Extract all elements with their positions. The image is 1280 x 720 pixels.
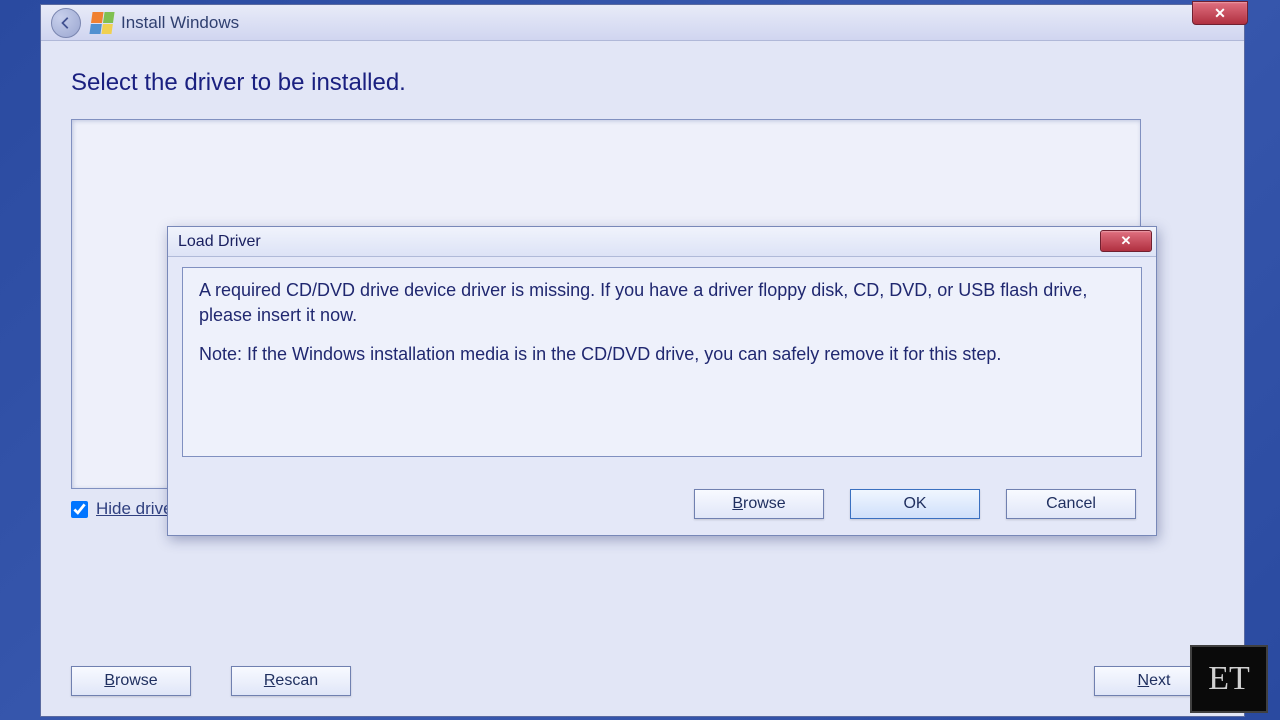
hide-drivers-checkbox[interactable]	[71, 501, 88, 518]
page-heading: Select the driver to be installed.	[71, 69, 1214, 97]
dialog-title: Load Driver	[178, 233, 261, 251]
page-button-row: Browse Rescan Next	[71, 666, 1214, 696]
dialog-browse-button[interactable]: Browse	[694, 489, 824, 519]
page-browse-button[interactable]: Browse	[71, 666, 191, 696]
close-icon: ✕	[1214, 5, 1226, 22]
dialog-ok-button[interactable]: OK	[850, 489, 980, 519]
windows-logo-icon	[89, 12, 114, 34]
back-button[interactable]	[51, 8, 81, 38]
dialog-body: A required CD/DVD drive device driver is…	[168, 257, 1156, 535]
window-title: Install Windows	[121, 13, 239, 33]
dialog-cancel-button[interactable]: Cancel	[1006, 489, 1136, 519]
dialog-button-row: Browse OK Cancel	[694, 489, 1136, 519]
page-rescan-button[interactable]: Rescan	[231, 666, 351, 696]
dialog-close-button[interactable]: ✕	[1100, 230, 1152, 252]
load-driver-dialog: Load Driver ✕ A required CD/DVD drive de…	[167, 226, 1157, 536]
dialog-message-2: Note: If the Windows installation media …	[199, 342, 1125, 367]
dialog-titlebar: Load Driver ✕	[168, 227, 1156, 257]
close-icon: ✕	[1121, 233, 1132, 249]
watermark-logo: ET	[1190, 645, 1268, 713]
arrow-left-icon	[59, 16, 73, 30]
dialog-message-1: A required CD/DVD drive device driver is…	[199, 278, 1125, 328]
titlebar: Install Windows ✕	[41, 5, 1244, 41]
dialog-message-panel: A required CD/DVD drive device driver is…	[182, 267, 1142, 457]
window-close-button[interactable]: ✕	[1192, 1, 1248, 25]
